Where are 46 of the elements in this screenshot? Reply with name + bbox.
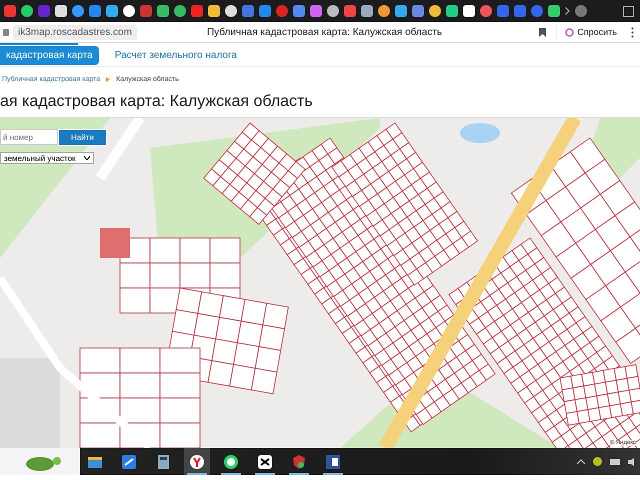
window-icon[interactable]: [623, 6, 634, 16]
site-icon[interactable]: [361, 5, 373, 17]
nav-tab[interactable]: Расчет земельного налога: [108, 46, 243, 65]
lock-icon: [3, 28, 9, 36]
battery-icon[interactable]: [610, 458, 620, 464]
site-icon[interactable]: [378, 5, 390, 17]
url-field[interactable]: ik3map.roscadastres.com: [13, 24, 137, 40]
site-icon[interactable]: [21, 5, 33, 17]
search-button[interactable]: Найти: [58, 129, 107, 146]
site-icon[interactable]: [446, 5, 458, 17]
folder-icon: [88, 456, 102, 468]
site-icon[interactable]: [548, 5, 560, 17]
chat-icon: [224, 454, 238, 468]
taskbar-app[interactable]: [184, 448, 210, 475]
page-heading: ая кадастровая карта: Калужская область: [0, 92, 314, 112]
site-icon[interactable]: [72, 5, 84, 17]
bookmark-icon[interactable]: [539, 28, 546, 36]
calculator-icon: [158, 454, 168, 468]
site-icon[interactable]: [463, 5, 475, 17]
circle-icon[interactable]: [593, 457, 602, 466]
speaker-icon[interactable]: [628, 458, 634, 466]
site-icon[interactable]: [225, 5, 237, 17]
nav-tab[interactable]: кадастровая карта: [0, 46, 99, 65]
video-editor-icon: [258, 454, 272, 468]
page-title: Публичная кадастровая карта: Калужская область: [206, 26, 442, 38]
chevron-up-icon[interactable]: [577, 459, 585, 464]
shield-icon: [292, 454, 306, 468]
caret-icon: [84, 156, 90, 160]
browser-icon: [190, 454, 204, 468]
site-icon[interactable]: [429, 5, 441, 17]
triangle-icon: [106, 76, 110, 82]
menu-icon[interactable]: [631, 26, 634, 38]
site-icon[interactable]: [123, 5, 135, 17]
site-icon[interactable]: [106, 5, 118, 17]
site-icon[interactable]: [157, 5, 169, 17]
site-icon[interactable]: [174, 5, 186, 17]
search-field[interactable]: й номер: [0, 129, 58, 145]
sparkle-icon: [565, 28, 574, 36]
document-icon: [326, 454, 340, 468]
site-icon[interactable]: [327, 5, 339, 17]
chevron-icon[interactable]: [565, 7, 570, 15]
object-type-select[interactable]: земельный участок: [0, 152, 94, 164]
scanner-icon: [122, 454, 136, 468]
site-icon[interactable]: [208, 5, 220, 17]
site-icon[interactable]: [55, 5, 67, 17]
site-icon[interactable]: [395, 5, 407, 17]
